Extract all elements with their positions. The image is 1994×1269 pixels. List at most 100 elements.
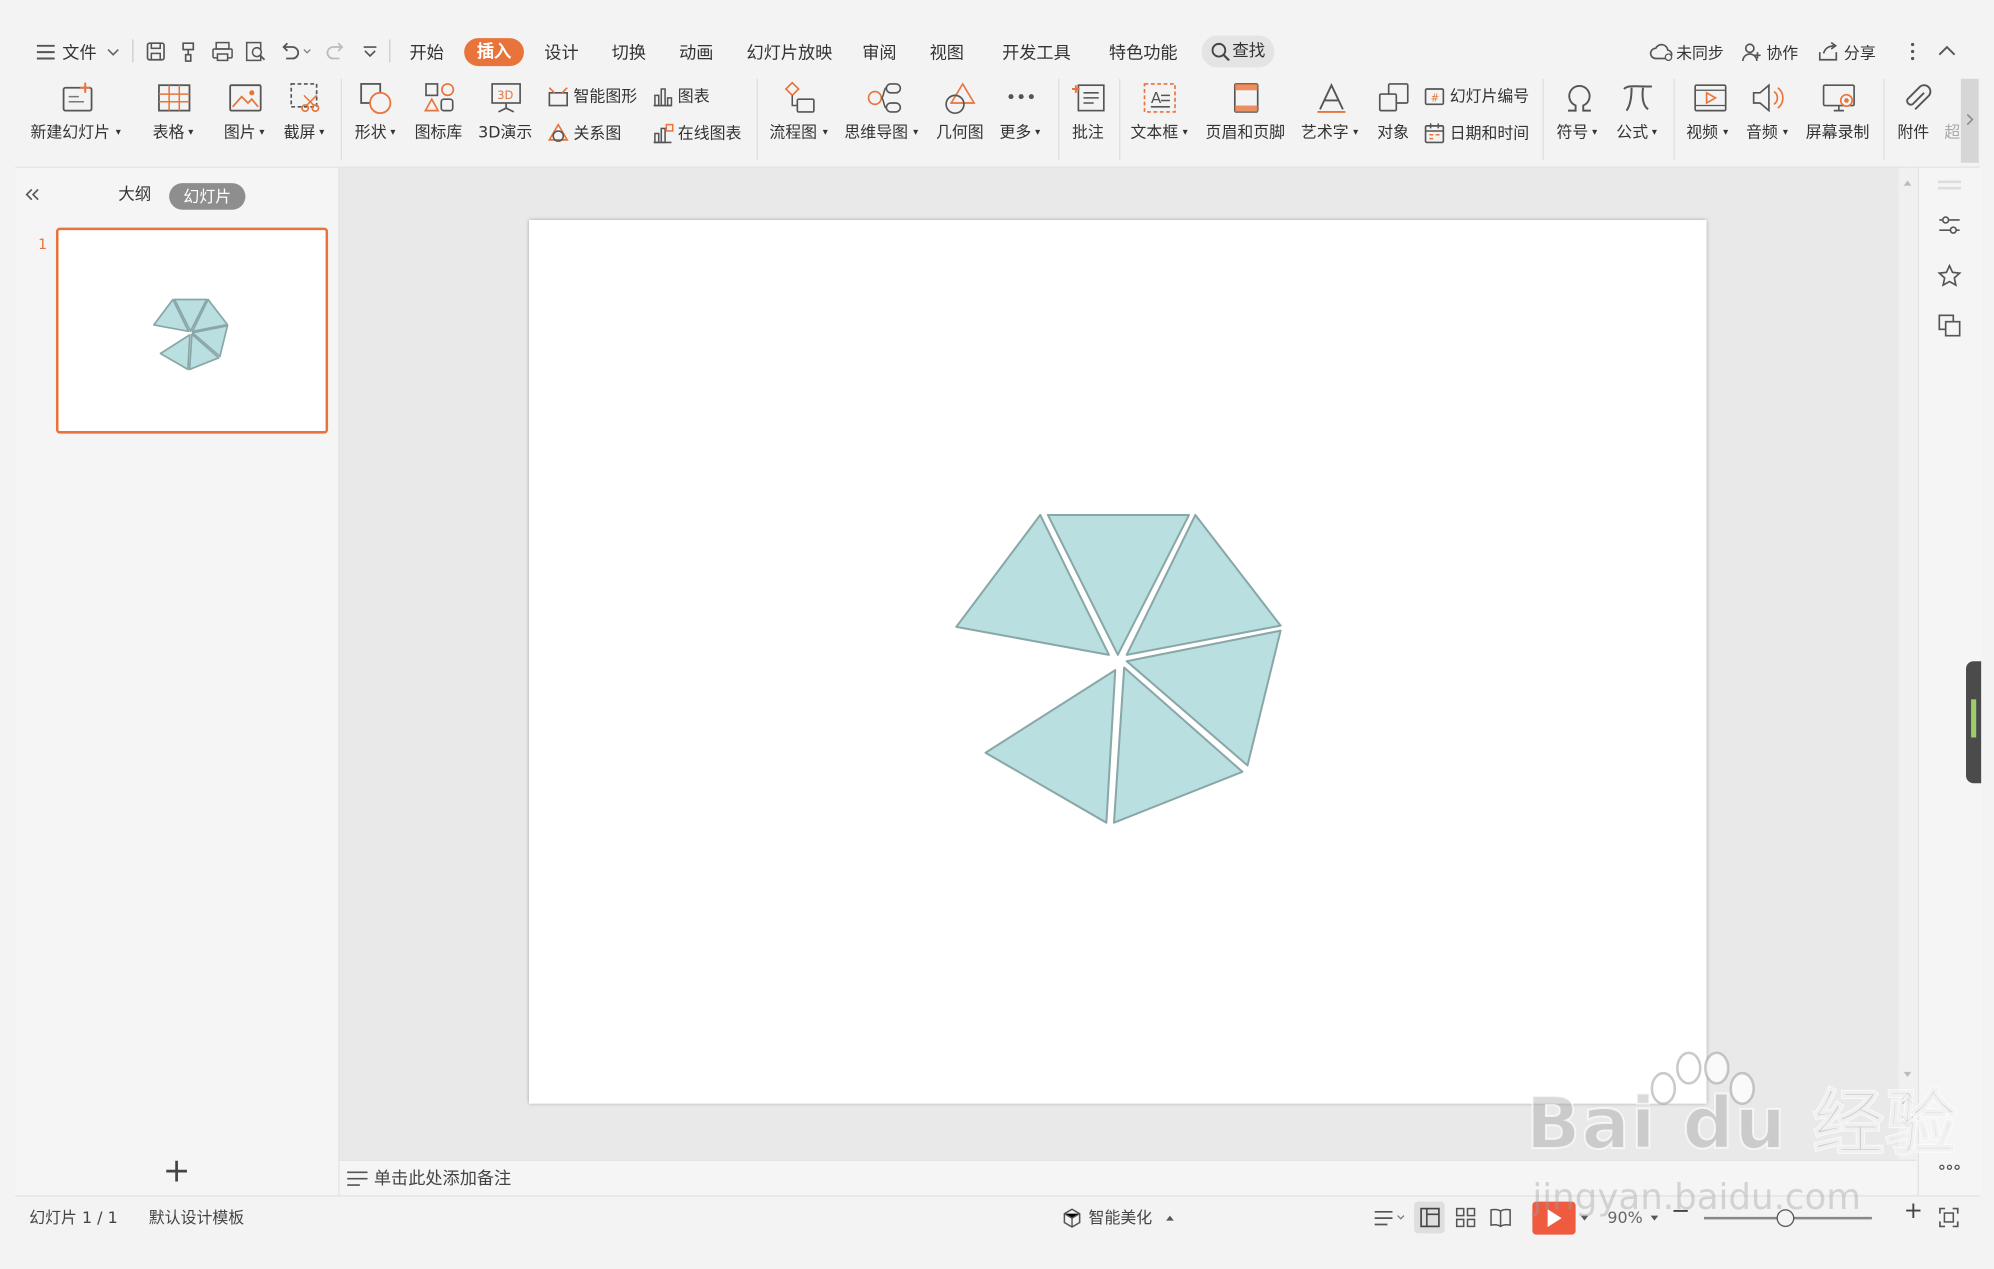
mindmap-label[interactable]: 思维导图 <box>844 122 908 142</box>
print-preview-icon[interactable] <box>244 41 267 63</box>
geometry-label[interactable]: 几何图 <box>936 122 984 142</box>
collaborate-icon[interactable] <box>1741 42 1764 62</box>
picture-label[interactable]: 图片 <box>224 122 256 142</box>
formula-label[interactable]: 公式 <box>1616 122 1648 142</box>
slide-number-icon[interactable]: # <box>1423 85 1446 108</box>
tab-design[interactable]: 设计 <box>544 41 578 66</box>
screen-record-icon[interactable] <box>1821 81 1857 114</box>
fit-window-icon[interactable] <box>1938 1207 1960 1229</box>
flowchart-icon[interactable] <box>782 80 818 116</box>
3d-demo-label[interactable]: 3D演示 <box>478 122 532 142</box>
table-label[interactable]: 表格 <box>153 122 185 142</box>
slide-triangle-6[interactable] <box>984 669 1117 824</box>
audio-label[interactable]: 音频 <box>1746 122 1778 142</box>
beautify-button[interactable]: 智能美化 <box>1089 1207 1153 1230</box>
flowchart-label[interactable]: 流程图 <box>769 122 817 142</box>
dropdown-arrow-icon[interactable]: ▾ <box>1652 122 1657 142</box>
attachment-label[interactable]: 附件 <box>1897 122 1929 142</box>
symbol-label[interactable]: 符号 <box>1557 122 1589 142</box>
date-time-label[interactable]: 日期和时间 <box>1450 123 1529 143</box>
picture-icon[interactable] <box>228 81 264 114</box>
dropdown-arrow-icon[interactable]: ▾ <box>1592 122 1597 142</box>
format-painter-icon[interactable] <box>178 41 200 63</box>
collaborate-button[interactable]: 协作 <box>1766 41 1798 66</box>
screen-record-label[interactable]: 屏幕录制 <box>1806 122 1870 142</box>
share-icon[interactable] <box>1817 41 1840 62</box>
dropdown-arrow-icon[interactable]: ▾ <box>188 122 193 142</box>
save-icon[interactable] <box>145 41 167 63</box>
dropdown-arrow-icon[interactable]: ▾ <box>1723 122 1728 142</box>
tab-animation[interactable]: 动画 <box>679 41 713 66</box>
hamburger-menu-icon[interactable] <box>36 43 56 61</box>
chevron-down-icon[interactable] <box>106 46 121 59</box>
comment-icon[interactable] <box>1071 81 1107 114</box>
comment-label[interactable]: 批注 <box>1072 122 1104 142</box>
smart-art-icon[interactable] <box>547 85 570 108</box>
reading-view-icon[interactable] <box>1489 1207 1512 1229</box>
new-slide-icon[interactable] <box>60 81 96 114</box>
more-vertical-icon[interactable] <box>1904 41 1922 63</box>
slide-1[interactable] <box>529 219 1707 1104</box>
dropdown-arrow-icon[interactable]: ▾ <box>319 122 324 142</box>
header-footer-icon[interactable] <box>1231 81 1262 114</box>
screenshot-label[interactable]: 截屏 <box>284 122 316 142</box>
icon-library-label[interactable]: 图标库 <box>415 122 463 142</box>
customize-toolbar-icon[interactable] <box>361 43 379 61</box>
formula-pi-icon[interactable] <box>1620 81 1656 114</box>
relation-graph-icon[interactable] <box>547 122 570 145</box>
table-icon[interactable] <box>156 81 192 114</box>
file-menu[interactable]: 文件 <box>62 41 96 66</box>
symbol-omega-icon[interactable] <box>1563 81 1596 114</box>
shape-icon[interactable] <box>359 81 395 117</box>
wordart-label[interactable]: 艺术字 <box>1301 122 1349 142</box>
tab-view[interactable]: 视图 <box>930 41 964 66</box>
mindmap-icon[interactable] <box>865 80 903 116</box>
icon-library-icon[interactable] <box>423 81 456 114</box>
geometry-icon[interactable] <box>942 80 978 116</box>
shape-label[interactable]: 形状 <box>355 122 387 142</box>
settings-sliders-icon[interactable] <box>1937 214 1962 237</box>
hyperlink-label-partial[interactable]: 超 <box>1944 122 1960 142</box>
textbox-label[interactable]: 文本框 <box>1131 122 1179 142</box>
star-icon[interactable] <box>1937 263 1962 288</box>
dropdown-arrow-icon[interactable]: ▾ <box>1035 122 1040 142</box>
wordart-icon[interactable] <box>1315 81 1348 114</box>
caret-up-icon[interactable] <box>1165 1214 1175 1222</box>
tab-transitions[interactable]: 切换 <box>612 41 646 66</box>
video-label[interactable]: 视频 <box>1686 122 1718 142</box>
object-label[interactable]: 对象 <box>1377 122 1409 142</box>
3d-demo-icon[interactable]: 3D <box>490 81 523 114</box>
dropdown-arrow-icon[interactable]: ▾ <box>1783 122 1788 142</box>
notes-toggle-icon[interactable] <box>1373 1208 1406 1228</box>
scroll-down-arrow-icon[interactable] <box>1902 1069 1912 1079</box>
undo-icon[interactable] <box>278 41 311 63</box>
tab-home[interactable]: 开始 <box>409 41 443 66</box>
tab-special-features[interactable]: 特色功能 <box>1109 41 1178 66</box>
slide-thumbnail-1[interactable] <box>55 227 329 434</box>
tab-review[interactable]: 审阅 <box>862 41 896 66</box>
zoom-in-button[interactable]: + <box>1904 1200 1923 1223</box>
screenshot-icon[interactable] <box>287 80 323 116</box>
relation-graph-label[interactable]: 关系图 <box>574 123 622 143</box>
chart-label[interactable]: 图表 <box>678 86 710 106</box>
object-icon[interactable] <box>1377 81 1410 114</box>
dropdown-arrow-icon[interactable]: ▾ <box>390 122 395 142</box>
copy-icon[interactable] <box>1937 313 1962 338</box>
online-chart-icon[interactable] <box>651 122 674 145</box>
cloud-sync-icon[interactable] <box>1649 43 1674 62</box>
dropdown-arrow-icon[interactable]: ▾ <box>913 122 918 142</box>
more-label[interactable]: 更多 <box>1000 122 1032 142</box>
notes-placeholder[interactable]: 单击此处添加备注 <box>374 1167 511 1190</box>
tab-slideshow[interactable]: 幻灯片放映 <box>746 41 832 66</box>
smart-art-label[interactable]: 智能图形 <box>574 86 638 106</box>
share-button[interactable]: 分享 <box>1844 41 1876 66</box>
slide-sorter-icon[interactable] <box>1455 1207 1477 1229</box>
header-footer-label[interactable]: 页眉和页脚 <box>1206 122 1285 142</box>
video-icon[interactable] <box>1693 81 1729 114</box>
textbox-icon[interactable]: A <box>1142 81 1178 114</box>
sync-status[interactable]: 未同步 <box>1676 41 1724 66</box>
paperclip-icon[interactable] <box>1899 81 1932 114</box>
tab-insert[interactable]: 插入 <box>464 38 524 67</box>
tab-developer[interactable]: 开发工具 <box>1002 41 1071 66</box>
date-time-icon[interactable] <box>1423 122 1446 145</box>
